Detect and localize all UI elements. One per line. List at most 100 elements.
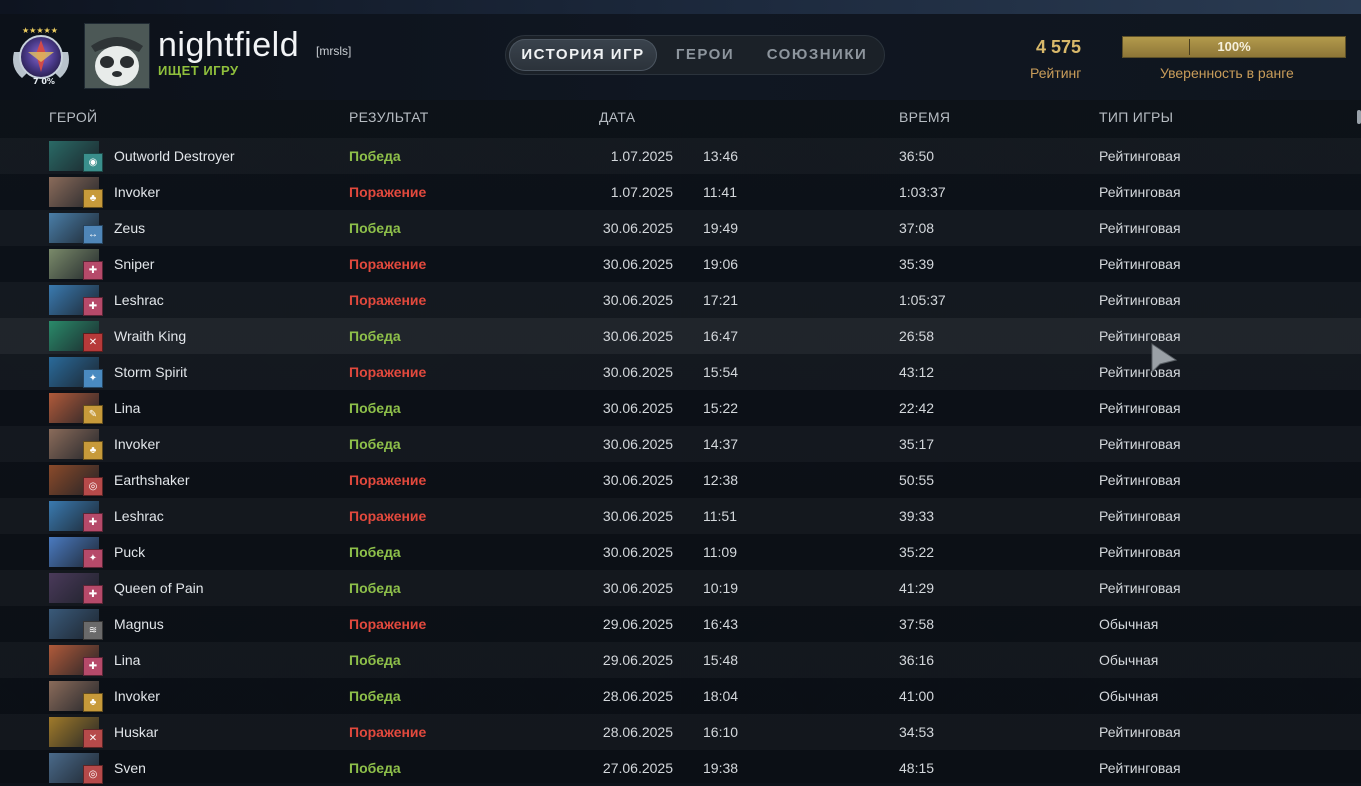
hero-portrait: ↔ bbox=[49, 213, 103, 244]
hero-name: Wraith King bbox=[114, 328, 187, 344]
avatar[interactable] bbox=[84, 23, 150, 89]
window-top-strip bbox=[0, 0, 1361, 14]
game-type: Рейтинговая bbox=[1099, 292, 1181, 308]
match-date: 30.06.2025 bbox=[602, 436, 673, 452]
clan-tag: [mrsls] bbox=[316, 44, 352, 58]
match-row[interactable]: ◎ Sven Победа 27.06.2025 19:38 48:15 Рейтингов… bbox=[0, 750, 1361, 786]
match-result: Победа bbox=[349, 652, 401, 668]
match-duration: 36:16 bbox=[899, 652, 935, 668]
match-duration: 35:22 bbox=[899, 544, 935, 560]
match-result: Поражение bbox=[349, 256, 427, 272]
svg-text:★★★★★: ★★★★★ bbox=[22, 26, 58, 35]
match-time: 16:47 bbox=[703, 328, 739, 344]
match-result: Победа bbox=[349, 688, 401, 704]
role-icon: ↔ bbox=[83, 225, 103, 244]
player-status: ИЩЕТ ИГРУ bbox=[158, 63, 239, 78]
match-row[interactable]: ◎ Earthshaker Поражение 30.06.2025 12:38 50:5… bbox=[0, 462, 1361, 498]
hero-name: Zeus bbox=[114, 220, 146, 236]
hero-name: Sniper bbox=[114, 256, 155, 272]
tab-heroes[interactable]: ГЕРОИ bbox=[666, 36, 744, 74]
column-header-result[interactable]: РЕЗУЛЬТАТ bbox=[349, 109, 429, 125]
match-time: 15:54 bbox=[703, 364, 739, 380]
username[interactable]: nightfield bbox=[158, 26, 299, 64]
rank-confidence-bar: 100% bbox=[1122, 36, 1346, 58]
match-row[interactable]: ◉ Outworld Destroyer Победа 1.07.2025 13:46 3… bbox=[0, 138, 1361, 174]
hero-name: Outworld Destroyer bbox=[114, 148, 235, 164]
match-time: 11:51 bbox=[703, 508, 737, 524]
hero-portrait: ✚ bbox=[49, 249, 103, 280]
role-icon: ♣ bbox=[83, 693, 103, 712]
match-row[interactable]: ✎ Lina Победа 30.06.2025 15:22 22:42 Рейтингов… bbox=[0, 390, 1361, 426]
profile-tabs: ИСТОРИЯ ИГР ГЕРОИ СОЮЗНИКИ bbox=[505, 35, 885, 75]
hero-portrait: ◉ bbox=[49, 141, 103, 172]
role-icon: ✚ bbox=[83, 657, 103, 676]
match-row[interactable]: ♣ Invoker Поражение 1.07.2025 11:41 1:03:37 Ре… bbox=[0, 174, 1361, 210]
hero-portrait: ◎ bbox=[49, 753, 103, 784]
tab-match-history[interactable]: ИСТОРИЯ ИГР bbox=[509, 39, 657, 71]
panda-avatar-icon bbox=[85, 24, 149, 88]
hero-portrait: ✕ bbox=[49, 717, 103, 748]
game-type: Рейтинговая bbox=[1099, 760, 1181, 776]
match-result: Победа bbox=[349, 580, 401, 596]
match-result: Победа bbox=[349, 436, 401, 452]
match-result: Поражение bbox=[349, 724, 427, 740]
match-date: 30.06.2025 bbox=[602, 328, 673, 344]
role-icon: ✚ bbox=[83, 513, 103, 532]
hero-portrait: ◎ bbox=[49, 465, 103, 496]
rank-medal-icon[interactable]: ★★★★★ 7 0% bbox=[8, 24, 74, 86]
role-icon: ✦ bbox=[83, 369, 103, 388]
match-duration: 1:03:37 bbox=[899, 184, 946, 200]
tab-allies[interactable]: СОЮЗНИКИ bbox=[756, 36, 878, 74]
match-duration: 48:15 bbox=[899, 760, 935, 776]
role-icon: ✦ bbox=[83, 549, 103, 568]
mouse-cursor-icon bbox=[1151, 343, 1178, 374]
match-result: Победа bbox=[349, 400, 401, 416]
column-header-duration[interactable]: ВРЕМЯ bbox=[899, 109, 950, 125]
match-row[interactable]: ♣ Invoker Победа 28.06.2025 18:04 41:00 Обычна… bbox=[0, 678, 1361, 714]
match-row[interactable]: ↔ Zeus Победа 30.06.2025 19:49 37:08 Рейтингов… bbox=[0, 210, 1361, 246]
match-result: Победа bbox=[349, 760, 401, 776]
match-row[interactable]: ✦ Puck Победа 30.06.2025 11:09 35:22 Рейтингов… bbox=[0, 534, 1361, 570]
column-header-game-type[interactable]: ТИП ИГРЫ bbox=[1099, 109, 1173, 125]
column-header-date[interactable]: ДАТА bbox=[599, 109, 635, 125]
game-type: Рейтинговая bbox=[1099, 544, 1181, 560]
role-icon: ✚ bbox=[83, 261, 103, 280]
match-date: 27.06.2025 bbox=[602, 760, 673, 776]
match-row[interactable]: ✚ Leshrac Поражение 30.06.2025 11:51 39:33 Рей… bbox=[0, 498, 1361, 534]
match-duration: 22:42 bbox=[899, 400, 935, 416]
match-duration: 37:58 bbox=[899, 616, 935, 632]
match-time: 11:09 bbox=[703, 544, 737, 560]
match-time: 19:06 bbox=[703, 256, 739, 272]
hero-portrait: ≋ bbox=[49, 609, 103, 640]
match-time: 12:38 bbox=[703, 472, 739, 488]
hero-portrait: ♣ bbox=[49, 177, 103, 208]
match-row[interactable]: ✚ Sniper Поражение 30.06.2025 19:06 35:39 Рейт… bbox=[0, 246, 1361, 282]
match-duration: 36:50 bbox=[899, 148, 935, 164]
match-row[interactable]: ✚ Leshrac Поражение 30.06.2025 17:21 1:05:37 Р… bbox=[0, 282, 1361, 318]
hero-name: Invoker bbox=[114, 436, 160, 452]
match-row[interactable]: ≋ Magnus Поражение 29.06.2025 16:43 37:58 Обыч… bbox=[0, 606, 1361, 642]
match-time: 14:37 bbox=[703, 436, 739, 452]
role-icon: ♣ bbox=[83, 189, 103, 208]
match-row[interactable]: ✚ Queen of Pain Победа 30.06.2025 10:19 41:29… bbox=[0, 570, 1361, 606]
match-row[interactable]: ♣ Invoker Победа 30.06.2025 14:37 35:17 Рейтин… bbox=[0, 426, 1361, 462]
hero-portrait: ✚ bbox=[49, 285, 103, 316]
match-duration: 35:17 bbox=[899, 436, 935, 452]
match-row[interactable]: ✚ Lina Победа 29.06.2025 15:48 36:16 Обычная bbox=[0, 642, 1361, 678]
match-duration: 41:00 bbox=[899, 688, 935, 704]
match-time: 19:38 bbox=[703, 760, 739, 776]
hero-portrait: ✦ bbox=[49, 357, 103, 388]
match-duration: 50:55 bbox=[899, 472, 935, 488]
match-duration: 26:58 bbox=[899, 328, 935, 344]
match-duration: 37:08 bbox=[899, 220, 935, 236]
hero-portrait: ✚ bbox=[49, 645, 103, 676]
column-header-hero[interactable]: ГЕРОЙ bbox=[49, 109, 97, 125]
match-row[interactable]: ✕ Huskar Поражение 28.06.2025 16:10 34:53 Рейт… bbox=[0, 714, 1361, 750]
hero-portrait: ✚ bbox=[49, 501, 103, 532]
match-time: 11:41 bbox=[703, 184, 737, 200]
role-icon: ♣ bbox=[83, 441, 103, 460]
match-date: 30.06.2025 bbox=[602, 220, 673, 236]
match-duration: 41:29 bbox=[899, 580, 935, 596]
match-date: 30.06.2025 bbox=[602, 508, 673, 524]
scrollbar-handle[interactable] bbox=[1357, 110, 1361, 124]
